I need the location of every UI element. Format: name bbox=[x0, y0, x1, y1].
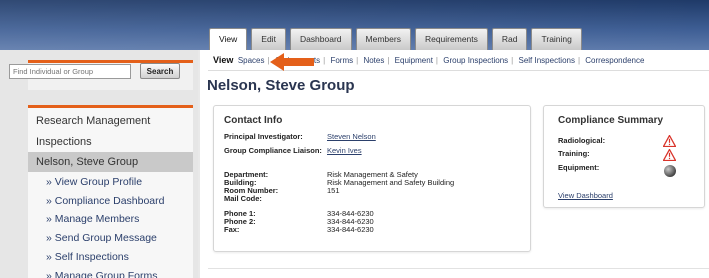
subnav-self-inspections[interactable]: Self Inspections bbox=[518, 56, 574, 65]
nav-send-group-message[interactable]: » Send Group Message bbox=[46, 232, 157, 244]
subnav-equipment[interactable]: Equipment bbox=[395, 56, 433, 65]
nav-self-inspections[interactable]: » Self Inspections bbox=[46, 251, 129, 263]
building-value: Risk Management and Safety Building bbox=[327, 178, 455, 187]
nav-view-group-profile[interactable]: » View Group Profile bbox=[46, 176, 142, 188]
tab-edit[interactable]: Edit bbox=[251, 28, 286, 50]
page-title: Nelson, Steve Group bbox=[207, 77, 355, 94]
equipment-label: Equipment: bbox=[558, 163, 600, 172]
pi-label: Principal Investigator: bbox=[224, 132, 303, 141]
compliance-summary-panel: Compliance Summary Radiological: Trainin… bbox=[543, 105, 705, 208]
tab-rad[interactable]: Rad bbox=[491, 28, 528, 50]
training-label: Training: bbox=[558, 149, 590, 158]
content-divider bbox=[208, 268, 709, 269]
warning-icon bbox=[663, 149, 676, 161]
nav-research-management[interactable]: Research Management bbox=[28, 111, 193, 131]
warning-icon bbox=[663, 135, 676, 147]
globe-icon bbox=[664, 165, 676, 177]
pi-link[interactable]: Steven Nelson bbox=[327, 133, 376, 141]
tab-members[interactable]: Members bbox=[355, 28, 411, 50]
fax-label: Fax: bbox=[224, 225, 240, 234]
contact-info-panel: Contact Info Principal Investigator: Ste… bbox=[213, 105, 531, 252]
pointer-arrow-icon bbox=[270, 53, 314, 71]
search-input[interactable] bbox=[9, 64, 131, 79]
nav-compliance-dashboard[interactable]: » Compliance Dashboard bbox=[46, 195, 164, 207]
nav-manage-members[interactable]: » Manage Members bbox=[46, 213, 139, 225]
gcl-link[interactable]: Kevin Ives bbox=[327, 147, 362, 155]
nav-group-selected[interactable]: Nelson, Steve Group bbox=[28, 152, 193, 172]
subnav-group-inspections[interactable]: Group Inspections bbox=[443, 56, 508, 65]
tab-view[interactable]: View bbox=[209, 28, 248, 50]
mail-code-label: Mail Code: bbox=[224, 194, 262, 203]
tab-dashboard[interactable]: Dashboard bbox=[289, 28, 352, 50]
view-dashboard-link[interactable]: View Dashboard bbox=[558, 192, 613, 200]
subnav-current: View bbox=[213, 55, 234, 65]
gcl-label: Group Compliance Liaison: bbox=[224, 146, 322, 155]
search-button[interactable]: Search bbox=[140, 63, 180, 79]
subnav-spaces[interactable]: Spaces bbox=[238, 56, 265, 65]
nav-manage-group-forms[interactable]: » Manage Group Forms bbox=[46, 270, 157, 278]
subnav-correspondence[interactable]: Correspondence bbox=[585, 56, 644, 65]
main-tabs: View Edit Dashboard Members Requirements… bbox=[209, 28, 582, 50]
tab-training[interactable]: Training bbox=[531, 28, 582, 50]
radiological-label: Radiological: bbox=[558, 136, 606, 145]
nav-inspections[interactable]: Inspections bbox=[28, 132, 193, 152]
compliance-summary-title: Compliance Summary bbox=[558, 115, 664, 126]
tab-requirements[interactable]: Requirements bbox=[414, 28, 488, 50]
contact-info-title: Contact Info bbox=[224, 115, 283, 126]
subnav-forms[interactable]: Forms bbox=[330, 56, 353, 65]
room-number-value: 151 bbox=[327, 186, 340, 195]
subnav-notes[interactable]: Notes bbox=[363, 56, 384, 65]
fax-value: 334-844-6230 bbox=[327, 225, 374, 234]
